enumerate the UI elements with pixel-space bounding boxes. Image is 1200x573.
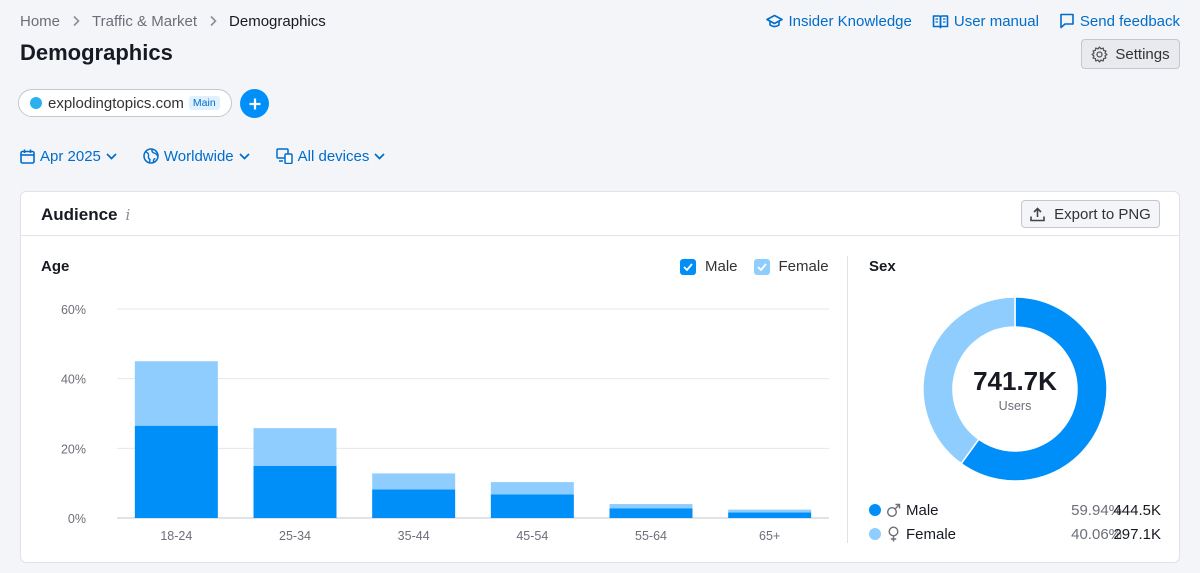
devices-filter-value: All devices (297, 147, 370, 165)
add-competitor-button[interactable] (240, 89, 269, 118)
export-label: Export to PNG (1054, 205, 1151, 223)
breadcrumb-home[interactable]: Home (20, 13, 60, 30)
breadcrumb-traffic-market[interactable]: Traffic & Market (92, 13, 197, 30)
x-tick-label: 25-34 (279, 529, 311, 543)
bar-male-45-54[interactable] (490, 494, 574, 518)
bar-female-18-24[interactable] (134, 361, 218, 426)
send-feedback-link[interactable]: Send feedback (1059, 13, 1180, 30)
female-count: 297.1K (1113, 525, 1161, 543)
plus-icon (249, 98, 261, 110)
breadcrumb-current: Demographics (229, 12, 326, 30)
male-color-dot (869, 504, 881, 516)
male-symbol-icon (886, 503, 902, 518)
female-percent: 40.06% (1071, 525, 1122, 543)
region-filter-value: Worldwide (163, 147, 234, 165)
user-manual-link[interactable]: User manual (932, 13, 1039, 30)
page-title: Demographics (20, 40, 173, 65)
bar-female-35-44[interactable] (372, 473, 456, 490)
bar-male-65+[interactable] (728, 512, 812, 518)
x-tick-label: 65+ (759, 529, 780, 543)
card-header: Audience i Export to PNG (21, 192, 1179, 236)
chevron-down-icon (106, 152, 117, 160)
main-badge: Main (188, 96, 220, 110)
bar-male-18-24[interactable] (134, 425, 218, 518)
bar-female-25-34[interactable] (253, 428, 337, 466)
section-divider (847, 256, 848, 543)
info-icon[interactable]: i (126, 206, 131, 224)
calendar-icon (20, 149, 35, 164)
globe-icon (143, 148, 159, 164)
graduation-cap-icon (766, 14, 784, 29)
male-percent: 59.94% (1071, 501, 1122, 519)
date-filter-value: Apr 2025 (40, 147, 101, 165)
bar-male-35-44[interactable] (372, 489, 456, 518)
x-tick-label: 55-64 (635, 529, 667, 543)
y-tick-label: 60% (61, 303, 86, 317)
top-links: Insider Knowledge User manual Send feedb… (766, 11, 1180, 31)
male-label: Male (906, 501, 939, 519)
bar-female-45-54[interactable] (490, 482, 574, 495)
bar-female-65+[interactable] (728, 509, 812, 513)
filters-bar: Apr 2025 Worldwide All devices (20, 146, 385, 166)
female-checkbox[interactable] (753, 258, 770, 275)
female-label: Female (906, 525, 957, 543)
speech-bubble-icon (1059, 13, 1075, 29)
audience-title: Audience (41, 205, 118, 224)
settings-button[interactable]: Settings (1081, 39, 1180, 69)
x-tick-label: 45-54 (516, 529, 548, 543)
devices-filter[interactable]: All devices (275, 147, 386, 165)
x-tick-label: 18-24 (160, 529, 192, 543)
date-filter[interactable]: Apr 2025 (20, 148, 117, 165)
male-count: 444.5K (1113, 501, 1161, 519)
sex-row-male: Male 59.94% 444.5K (869, 500, 1161, 520)
bar-female-55-64[interactable] (609, 504, 693, 509)
book-icon (932, 14, 949, 29)
insider-knowledge-label: Insider Knowledge (788, 12, 912, 30)
total-users-value: 741.7K (973, 366, 1057, 396)
age-section-title: Age (41, 258, 70, 275)
gear-icon (1091, 45, 1108, 63)
chevron-right-icon (72, 15, 80, 27)
female-symbol-icon (886, 526, 902, 542)
export-png-button[interactable]: Export to PNG (1021, 200, 1160, 228)
audience-card: Audience i Export to PNG Age Male Female… (20, 191, 1180, 563)
chevron-down-icon (374, 152, 385, 160)
chevron-right-icon (209, 15, 217, 27)
legend-male-toggle[interactable]: Male (680, 258, 738, 275)
domain-color-dot (30, 97, 42, 109)
age-bar-chart: 0% 20% 40% 60% 18-24 25-34 35-44 45-54 55-64 65+ (61, 303, 829, 543)
x-tick-label: 35-44 (398, 529, 430, 543)
domain-name: explodingtopics.com (48, 94, 184, 112)
bar-male-55-64[interactable] (609, 508, 693, 518)
sex-section-title: Sex (869, 258, 896, 275)
upload-icon (1030, 206, 1045, 222)
card-title: Audience i (41, 205, 130, 225)
insider-knowledge-link[interactable]: Insider Knowledge (766, 12, 912, 30)
male-checkbox[interactable] (680, 258, 696, 275)
total-users-label: Users (998, 399, 1032, 413)
y-tick-label: 20% (61, 442, 86, 456)
region-filter[interactable]: Worldwide (143, 148, 250, 165)
legend-male-label: Male (705, 258, 738, 275)
send-feedback-label: Send feedback (1079, 12, 1180, 30)
y-tick-label: 40% (61, 373, 86, 387)
user-manual-label: User manual (953, 12, 1039, 30)
y-tick-label: 0% (68, 512, 86, 526)
domain-chip[interactable]: explodingtopics.com Main (18, 89, 232, 117)
settings-label: Settings (1115, 45, 1170, 63)
chevron-down-icon (239, 152, 250, 160)
bar-male-25-34[interactable] (253, 465, 337, 518)
legend-female-label: Female (778, 258, 829, 275)
age-legend: Male Female (680, 258, 829, 275)
breadcrumb: Home Traffic & Market Demographics (20, 11, 326, 31)
female-color-dot (869, 528, 881, 540)
devices-icon (275, 148, 293, 164)
sex-row-female: Female 40.06% 297.1K (869, 524, 1161, 544)
legend-female-toggle[interactable]: Female (753, 258, 829, 275)
